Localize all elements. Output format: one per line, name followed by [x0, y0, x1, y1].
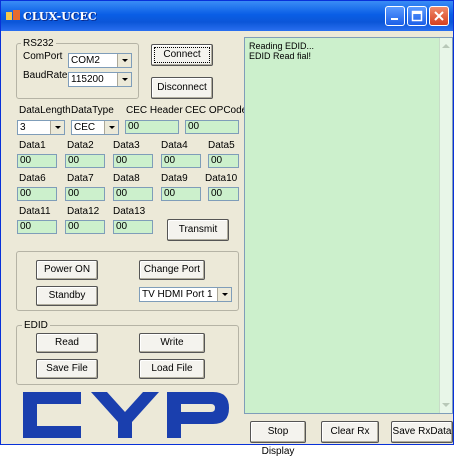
data3-label: Data3 — [113, 140, 140, 151]
edid-read-button[interactable]: Read — [36, 333, 98, 353]
cec-header-field[interactable]: 00 — [125, 120, 179, 134]
scroll-up-icon[interactable] — [442, 44, 450, 48]
data8-field[interactable]: 00 — [113, 187, 153, 201]
cec-header-label: CEC Header — [126, 105, 183, 116]
rx-display[interactable]: Reading EDID... EDID Read fial! — [244, 37, 453, 414]
datatype-value: CEC — [74, 122, 96, 133]
app-icon — [6, 10, 20, 20]
close-icon — [434, 11, 444, 21]
data6-label: Data6 — [19, 173, 46, 184]
stop-display-button[interactable]: Stop Display — [250, 421, 306, 457]
app-window: CLUX-UCEC RS232 ComPort COM2 BaudRate 11… — [0, 0, 454, 457]
data1-field[interactable]: 00 — [17, 154, 57, 168]
datalength-label: DataLength — [19, 105, 71, 116]
data2-label: Data2 — [67, 140, 94, 151]
hdmi-port-value: TV HDMI Port 1 — [142, 289, 213, 300]
minimize-icon — [391, 18, 398, 20]
connect-button[interactable]: Connect — [151, 44, 213, 66]
datalength-value: 3 — [20, 122, 26, 133]
minimize-button[interactable] — [385, 6, 405, 26]
data9-field[interactable]: 00 — [161, 187, 201, 201]
disconnect-button[interactable]: Disconnect — [151, 77, 213, 99]
baudrate-value: 115200 — [71, 74, 104, 85]
rs232-group-label: RS232 — [21, 38, 56, 49]
cec-opcode-field[interactable]: 00 — [185, 120, 239, 134]
maximize-icon — [411, 10, 423, 22]
maximize-button[interactable] — [407, 6, 427, 26]
data13-field[interactable]: 00 — [113, 220, 153, 234]
chevron-down-icon[interactable] — [117, 54, 131, 67]
close-button[interactable] — [429, 6, 449, 26]
datatype-label: DataType — [71, 105, 114, 116]
data6-field[interactable]: 00 — [17, 187, 57, 201]
datalength-select[interactable]: 3 — [17, 120, 65, 135]
chevron-down-icon[interactable] — [104, 121, 118, 134]
data12-label: Data12 — [67, 206, 100, 217]
data10-label: Data10 — [205, 173, 238, 184]
save-rxdata-button[interactable]: Save RxData — [391, 421, 453, 443]
load-file-button[interactable]: Load File — [139, 359, 205, 379]
title-bar[interactable]: CLUX-UCEC — [1, 1, 453, 31]
data13-label: Data13 — [113, 206, 146, 217]
cyp-logo — [23, 392, 229, 438]
data12-field[interactable]: 00 — [65, 220, 105, 234]
transmit-button[interactable]: Transmit — [167, 219, 229, 241]
data7-field[interactable]: 00 — [65, 187, 105, 201]
change-port-button[interactable]: Change Port — [139, 260, 205, 280]
power-on-button[interactable]: Power ON — [36, 260, 98, 280]
data4-label: Data4 — [161, 140, 188, 151]
data11-field[interactable]: 00 — [17, 220, 57, 234]
chevron-down-icon[interactable] — [117, 73, 131, 86]
data10-field[interactable]: 00 — [208, 187, 239, 201]
data1-label: Data1 — [19, 140, 46, 151]
comport-select[interactable]: COM2 — [68, 53, 132, 68]
chevron-down-icon[interactable] — [217, 288, 231, 301]
data5-field[interactable]: 00 — [208, 154, 239, 168]
datatype-select[interactable]: CEC — [71, 120, 119, 135]
data8-label: Data8 — [113, 173, 140, 184]
data11-label: Data11 — [19, 206, 51, 217]
baudrate-label: BaudRate — [23, 70, 68, 81]
cec-opcode-label: CEC OPCode — [185, 105, 248, 116]
comport-label: ComPort — [23, 51, 63, 62]
save-file-button[interactable]: Save File — [36, 359, 98, 379]
standby-button[interactable]: Standby — [36, 286, 98, 306]
comport-value: COM2 — [71, 55, 100, 66]
scroll-down-icon[interactable] — [442, 403, 450, 407]
data5-label: Data5 — [208, 140, 235, 151]
chevron-down-icon[interactable] — [50, 121, 64, 134]
data3-field[interactable]: 00 — [113, 154, 153, 168]
data2-field[interactable]: 00 — [65, 154, 105, 168]
data9-label: Data9 — [161, 173, 188, 184]
hdmi-port-select[interactable]: TV HDMI Port 1 — [139, 287, 232, 302]
rx-line: EDID Read fial! — [249, 51, 312, 61]
data4-field[interactable]: 00 — [161, 154, 201, 168]
edid-write-button[interactable]: Write — [139, 333, 205, 353]
rx-line: Reading EDID... — [249, 41, 315, 51]
rx-scrollbar[interactable] — [439, 38, 452, 413]
baudrate-select[interactable]: 115200 — [68, 72, 132, 87]
clear-rx-button[interactable]: Clear Rx — [321, 421, 379, 443]
edid-group-label: EDID — [22, 320, 50, 331]
window-title: CLUX-UCEC — [23, 10, 97, 23]
data7-label: Data7 — [67, 173, 94, 184]
